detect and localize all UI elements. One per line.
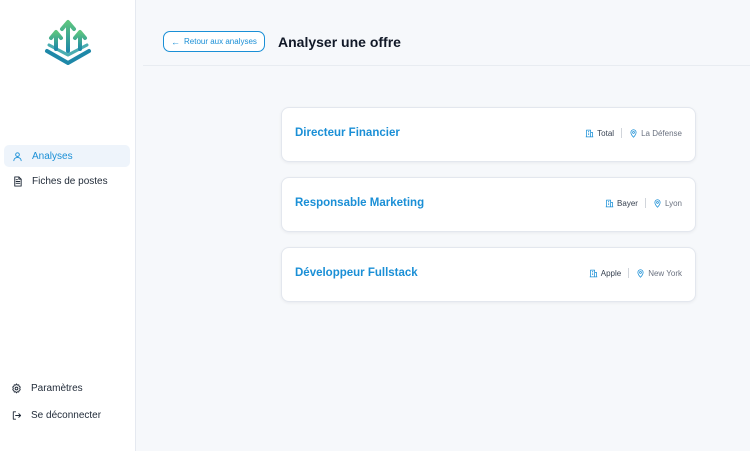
offer-card-developpeur-fullstack[interactable]: Développeur Fullstack Apple New York xyxy=(281,247,696,302)
offer-location: Lyon xyxy=(653,199,682,208)
offer-title: Responsable Marketing xyxy=(295,197,425,209)
page-header: ← Retour aux analyses Analyser une offre xyxy=(143,0,750,66)
arrow-left-icon: ← xyxy=(171,36,180,47)
sidebar-item-fiches-de-postes[interactable]: Fiches de postes xyxy=(4,170,130,192)
offer-title: Directeur Financier xyxy=(295,127,400,139)
offer-company-name: Apple xyxy=(600,268,622,278)
sidebar-item-analyses[interactable]: Analyses xyxy=(4,145,130,167)
sidebar-item-label: Fiches de postes xyxy=(32,175,108,187)
offer-company-name: Bayer xyxy=(617,198,638,208)
offer-meta: Apple New York xyxy=(589,268,682,278)
sidebar-item-parametres[interactable]: Paramètres xyxy=(4,377,130,399)
offer-company-name: Total xyxy=(597,128,615,138)
offer-meta: Total La Défense xyxy=(585,128,682,138)
offer-company: Bayer xyxy=(605,199,638,208)
meta-divider xyxy=(644,198,646,208)
gear-icon xyxy=(12,382,21,393)
logout-icon xyxy=(12,410,22,420)
building-icon xyxy=(605,199,614,207)
building-icon xyxy=(585,129,594,137)
offer-company: Apple xyxy=(589,269,621,278)
sidebar-item-label: Se déconnecter xyxy=(31,409,102,421)
offer-location: New York xyxy=(636,269,682,278)
offer-location-name: New York xyxy=(648,268,682,278)
page-title: Analyser une offre xyxy=(278,34,401,50)
app-logo[interactable] xyxy=(42,17,94,69)
sidebar-item-label: Paramètres xyxy=(31,382,83,394)
location-pin-icon xyxy=(637,268,644,278)
offer-card-directeur-financier[interactable]: Directeur Financier Total La Défense xyxy=(281,107,696,162)
building-icon xyxy=(589,269,597,277)
offer-meta: Bayer Lyon xyxy=(605,198,682,208)
sidebar-item-se-deconnecter[interactable]: Se déconnecter xyxy=(4,404,130,426)
document-icon xyxy=(14,175,22,187)
back-to-analyses-button[interactable]: ← Retour aux analyses xyxy=(163,31,265,52)
meta-divider xyxy=(621,128,623,138)
offer-location-name: La Défense xyxy=(641,128,682,138)
sidebar: Analyses Fiches de postes Paramètres Se … xyxy=(0,0,136,451)
offer-location-name: Lyon xyxy=(664,198,682,208)
location-pin-icon xyxy=(630,128,637,138)
offer-card-responsable-marketing[interactable]: Responsable Marketing Bayer Lyon xyxy=(281,177,696,232)
back-button-label: Retour aux analyses xyxy=(184,37,257,46)
user-icon xyxy=(13,151,22,161)
offer-location: La Défense xyxy=(629,129,682,138)
offer-company: Total xyxy=(585,129,614,138)
sidebar-item-label: Analyses xyxy=(32,150,73,162)
meta-divider xyxy=(628,268,630,278)
offer-title: Développeur Fullstack xyxy=(295,267,418,279)
location-pin-icon xyxy=(654,198,661,208)
